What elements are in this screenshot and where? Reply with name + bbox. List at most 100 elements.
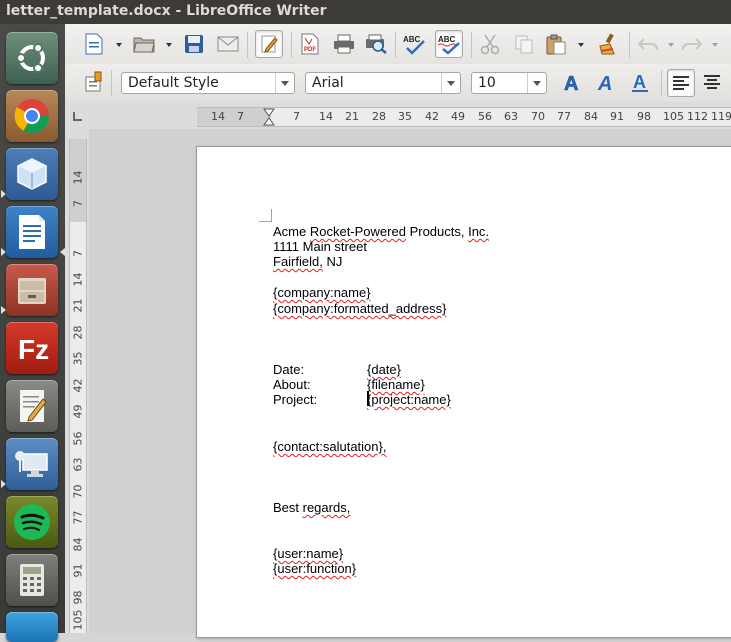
paragraph-style-combo[interactable]: Default Style (121, 72, 295, 94)
save-icon[interactable] (181, 31, 207, 57)
ruler-number: 56 (478, 110, 492, 123)
export-pdf-icon[interactable]: PDF (297, 31, 323, 57)
recipient-line[interactable]: {company:name} (273, 285, 371, 300)
copy-icon[interactable] (511, 31, 537, 57)
text-editor-icon[interactable] (6, 380, 58, 432)
chevron-down-icon[interactable] (275, 73, 294, 93)
chevron-down-icon[interactable] (441, 73, 460, 93)
spellcheck-icon[interactable]: ABC (401, 31, 427, 57)
salutation-line[interactable]: {contact:salutation}, (273, 439, 386, 454)
closing-line[interactable]: Best regards, (273, 500, 350, 515)
ruler-number: 14 (319, 110, 333, 123)
field-value[interactable]: {project:name} (367, 392, 451, 407)
italic-icon[interactable]: A (593, 69, 619, 95)
field-value[interactable]: {date} (367, 362, 401, 377)
bold-icon[interactable]: A (559, 69, 585, 95)
new-dropdown-icon[interactable] (115, 40, 123, 50)
chrome-icon[interactable] (6, 90, 58, 142)
ruler-number: 7 (293, 110, 300, 123)
more-apps-icon[interactable] (6, 612, 58, 642)
ruler-number: 7 (237, 110, 244, 123)
redo-icon[interactable] (679, 31, 705, 57)
toolbar-separator (395, 32, 396, 58)
vertical-ruler-number: 63 (71, 457, 85, 472)
edit-mode-icon[interactable] (255, 30, 283, 58)
sender-line[interactable]: 1111 Main street (273, 239, 367, 254)
chevron-down-icon[interactable] (527, 73, 546, 93)
styles-formatting-icon[interactable] (81, 69, 107, 95)
undo-icon[interactable] (635, 31, 661, 57)
signature-line[interactable]: {user:function} (273, 561, 356, 576)
document-area[interactable]: Acme Rocket-Powered Products, Inc. 1111 … (89, 129, 731, 638)
dash-home-icon[interactable] (6, 32, 58, 84)
vertical-ruler-number: 91 (71, 563, 85, 578)
sender-line[interactable]: Acme Rocket-Powered Products, Inc. (273, 224, 489, 239)
ruler-number: 63 (504, 110, 518, 123)
svg-text:A: A (633, 72, 646, 92)
undo-dropdown-icon[interactable] (667, 40, 675, 50)
sender-line[interactable]: Fairfield, NJ (273, 254, 342, 269)
running-indicator (1, 306, 6, 314)
horizontal-ruler[interactable]: 14 7 7 14 21 28 35 42 49 56 63 70 77 84 91 98 105 112 119 (65, 102, 731, 129)
sender-name-squiggle: Rocket-Powered (309, 224, 406, 239)
cut-icon[interactable] (477, 31, 503, 57)
print-icon[interactable] (331, 31, 357, 57)
field-label[interactable]: Project: (273, 392, 317, 407)
libreoffice-writer-icon[interactable] (6, 206, 58, 258)
align-left-icon[interactable] (667, 69, 695, 97)
tab-stop-type-icon[interactable] (73, 112, 82, 121)
signature-line[interactable]: {user:name} (273, 546, 343, 561)
file-cabinet-icon[interactable] (6, 264, 58, 316)
spotify-icon[interactable] (6, 496, 58, 548)
vertical-ruler-number: 7 (71, 250, 85, 257)
font-size-combo[interactable]: 10 (471, 72, 547, 94)
clone-formatting-icon[interactable] (595, 31, 621, 57)
ruler-number: 35 (398, 110, 412, 123)
field-label[interactable]: Date: (273, 362, 304, 377)
ruler-number: 98 (637, 110, 651, 123)
paragraph-style-value: Default Style (128, 75, 219, 91)
ruler-number: 42 (425, 110, 439, 123)
recipient-line[interactable]: {company:formatted_address} (273, 301, 446, 316)
print-preview-icon[interactable] (363, 31, 389, 57)
open-folder-icon[interactable] (131, 31, 157, 57)
vertical-ruler-number: 14 (71, 272, 85, 287)
indent-marker-icon[interactable] (263, 108, 275, 126)
vertical-ruler-number: 7 (71, 200, 85, 207)
font-name-value: Arial (312, 75, 344, 91)
text-cursor (367, 391, 369, 406)
redo-dropdown-icon[interactable] (711, 40, 719, 50)
align-center-icon[interactable] (699, 69, 725, 95)
virtualbox-icon[interactable] (6, 148, 58, 200)
font-name-combo[interactable]: Arial (305, 72, 461, 94)
underline-icon[interactable]: A (627, 69, 653, 95)
launcher: Fz (0, 24, 65, 642)
email-icon[interactable] (215, 31, 241, 57)
ruler-scale: 14 7 7 14 21 28 35 42 49 56 63 70 77 84 91 98 105 112 119 (197, 107, 731, 127)
vertical-ruler-number: 70 (71, 484, 85, 499)
window-title: letter_template.docx - LibreOffice Write… (6, 3, 327, 19)
ruler-number: 14 (211, 110, 225, 123)
ruler-number: 49 (451, 110, 465, 123)
field-value[interactable]: {filename} (367, 377, 425, 392)
ruler-number: 70 (531, 110, 545, 123)
closing-squiggle: regards, (302, 500, 351, 515)
formatting-toolbar: Default Style Arial 10 A A A (65, 64, 731, 103)
calculator-icon[interactable] (6, 554, 58, 606)
vertical-ruler-number: 14 (71, 170, 85, 185)
new-document-icon[interactable] (81, 31, 107, 57)
toolbar-separator (661, 70, 662, 96)
auto-spellcheck-icon[interactable]: ABC (435, 30, 463, 58)
vertical-ruler[interactable]: 14 7 7 14 21 28 35 42 49 56 63 70 77 84 91 98 105 (65, 129, 89, 633)
filezilla-icon[interactable]: Fz (6, 322, 58, 374)
ruler-left-margin (197, 108, 271, 126)
field-label[interactable]: About: (273, 377, 311, 392)
standard-toolbar: PDF ABC ABC (65, 24, 731, 65)
paste-icon[interactable] (543, 31, 569, 57)
open-dropdown-icon[interactable] (165, 40, 173, 50)
toolbar-separator (629, 32, 630, 58)
ruler-number: 91 (610, 110, 624, 123)
paste-dropdown-icon[interactable] (577, 40, 585, 50)
remote-desktop-icon[interactable] (6, 438, 58, 490)
document-page[interactable]: Acme Rocket-Powered Products, Inc. 1111 … (196, 146, 731, 638)
